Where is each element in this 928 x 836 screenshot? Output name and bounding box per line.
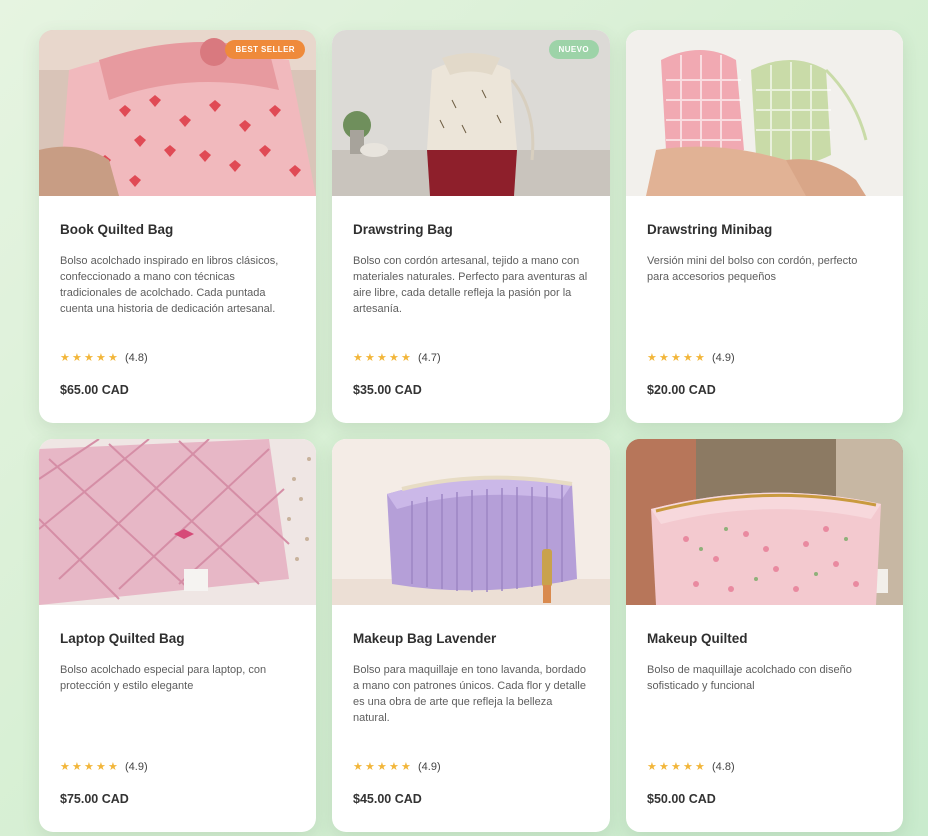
star-icon: ★ xyxy=(84,760,94,773)
product-info: Makeup Bag Lavender Bolso para maquillaj… xyxy=(332,605,610,832)
product-card[interactable]: BEST SELLER Book Quilted Bag Bolso acolc… xyxy=(39,30,316,423)
product-image[interactable]: NUEVO xyxy=(332,30,610,196)
product-title[interactable]: Drawstring Minibag xyxy=(647,222,882,237)
star-rating: ★ ★ ★ ★ ★ xyxy=(353,351,412,364)
product-title[interactable]: Drawstring Bag xyxy=(353,222,589,237)
star-rating: ★ ★ ★ ★ ★ xyxy=(60,351,119,364)
star-icon: ★ xyxy=(389,760,399,773)
star-icon: ★ xyxy=(659,351,669,364)
star-icon: ★ xyxy=(695,351,705,364)
star-icon: ★ xyxy=(401,351,411,364)
product-price: $20.00 CAD xyxy=(647,383,716,397)
product-price: $45.00 CAD xyxy=(353,792,422,806)
star-icon: ★ xyxy=(60,760,70,773)
star-icon: ★ xyxy=(108,760,118,773)
product-description: Bolso de maquillaje acolchado con diseño… xyxy=(647,664,852,692)
star-icon: ★ xyxy=(365,351,375,364)
product-rating: ★ ★ ★ ★ ★ (4.8) xyxy=(647,761,735,773)
star-rating: ★ ★ ★ ★ ★ xyxy=(353,760,412,773)
product-description: Versión mini del bolso con cordón, perfe… xyxy=(647,255,858,283)
star-icon: ★ xyxy=(683,760,693,773)
star-icon: ★ xyxy=(647,760,657,773)
product-price: $50.00 CAD xyxy=(647,792,716,806)
star-rating: ★ ★ ★ ★ ★ xyxy=(60,760,119,773)
product-image[interactable] xyxy=(626,30,903,196)
product-image[interactable] xyxy=(332,439,610,605)
product-rating: ★ ★ ★ ★ ★ (4.9) xyxy=(353,761,441,773)
product-description: Bolso con cordón artesanal, tejido a man… xyxy=(353,255,588,315)
star-icon: ★ xyxy=(389,351,399,364)
star-icon: ★ xyxy=(84,351,94,364)
product-info: Makeup Quilted Bolso de maquillaje acolc… xyxy=(626,605,903,832)
product-rating: ★ ★ ★ ★ ★ (4.9) xyxy=(647,352,735,364)
star-icon: ★ xyxy=(695,760,705,773)
rating-value: (4.7) xyxy=(418,352,441,364)
star-icon: ★ xyxy=(108,351,118,364)
star-icon: ★ xyxy=(353,351,363,364)
rating-value: (4.9) xyxy=(712,352,735,364)
product-price: $75.00 CAD xyxy=(60,792,129,806)
product-price: $65.00 CAD xyxy=(60,383,129,397)
best-seller-badge: BEST SELLER xyxy=(225,40,305,59)
star-icon: ★ xyxy=(659,760,669,773)
product-rating: ★ ★ ★ ★ ★ (4.9) xyxy=(60,761,148,773)
product-title[interactable]: Laptop Quilted Bag xyxy=(60,631,295,646)
star-icon: ★ xyxy=(353,760,363,773)
product-info: Drawstring Bag Bolso con cordón artesana… xyxy=(332,196,610,423)
new-badge: NUEVO xyxy=(548,40,599,59)
star-icon: ★ xyxy=(72,760,82,773)
product-description: Bolso para maquillaje en tono lavanda, b… xyxy=(353,664,586,724)
star-icon: ★ xyxy=(72,351,82,364)
star-icon: ★ xyxy=(683,351,693,364)
rating-value: (4.8) xyxy=(712,761,735,773)
product-info: Drawstring Minibag Versión mini del bols… xyxy=(626,196,903,423)
product-image[interactable]: BEST SELLER xyxy=(39,30,316,196)
rating-value: (4.8) xyxy=(125,352,148,364)
product-rating: ★ ★ ★ ★ ★ (4.8) xyxy=(60,352,148,364)
product-card[interactable]: Laptop Quilted Bag Bolso acolchado espec… xyxy=(39,439,316,832)
rating-value: (4.9) xyxy=(418,761,441,773)
product-grid: BEST SELLER Book Quilted Bag Bolso acolc… xyxy=(39,30,903,836)
star-rating: ★ ★ ★ ★ ★ xyxy=(647,351,706,364)
star-icon: ★ xyxy=(671,760,681,773)
star-icon: ★ xyxy=(96,351,106,364)
star-icon: ★ xyxy=(647,351,657,364)
product-card[interactable]: NUEVO Drawstring Bag Bolso con cordón ar… xyxy=(332,30,610,423)
product-price: $35.00 CAD xyxy=(353,383,422,397)
product-title[interactable]: Book Quilted Bag xyxy=(60,222,295,237)
star-icon: ★ xyxy=(365,760,375,773)
rating-value: (4.9) xyxy=(125,761,148,773)
star-icon: ★ xyxy=(377,760,387,773)
product-image[interactable] xyxy=(626,439,903,605)
star-icon: ★ xyxy=(671,351,681,364)
product-card[interactable]: Drawstring Minibag Versión mini del bols… xyxy=(626,30,903,423)
product-info: Book Quilted Bag Bolso acolchado inspira… xyxy=(39,196,316,423)
product-card[interactable]: Makeup Quilted Bolso de maquillaje acolc… xyxy=(626,439,903,832)
star-icon: ★ xyxy=(377,351,387,364)
product-image[interactable] xyxy=(39,439,316,605)
star-icon: ★ xyxy=(60,351,70,364)
star-rating: ★ ★ ★ ★ ★ xyxy=(647,760,706,773)
product-rating: ★ ★ ★ ★ ★ (4.7) xyxy=(353,352,441,364)
product-title[interactable]: Makeup Bag Lavender xyxy=(353,631,589,646)
product-description: Bolso acolchado inspirado en libros clás… xyxy=(60,255,279,315)
product-info: Laptop Quilted Bag Bolso acolchado espec… xyxy=(39,605,316,832)
star-icon: ★ xyxy=(401,760,411,773)
product-description: Bolso acolchado especial para laptop, co… xyxy=(60,664,267,692)
star-icon: ★ xyxy=(96,760,106,773)
product-title[interactable]: Makeup Quilted xyxy=(647,631,882,646)
product-card[interactable]: Makeup Bag Lavender Bolso para maquillaj… xyxy=(332,439,610,832)
